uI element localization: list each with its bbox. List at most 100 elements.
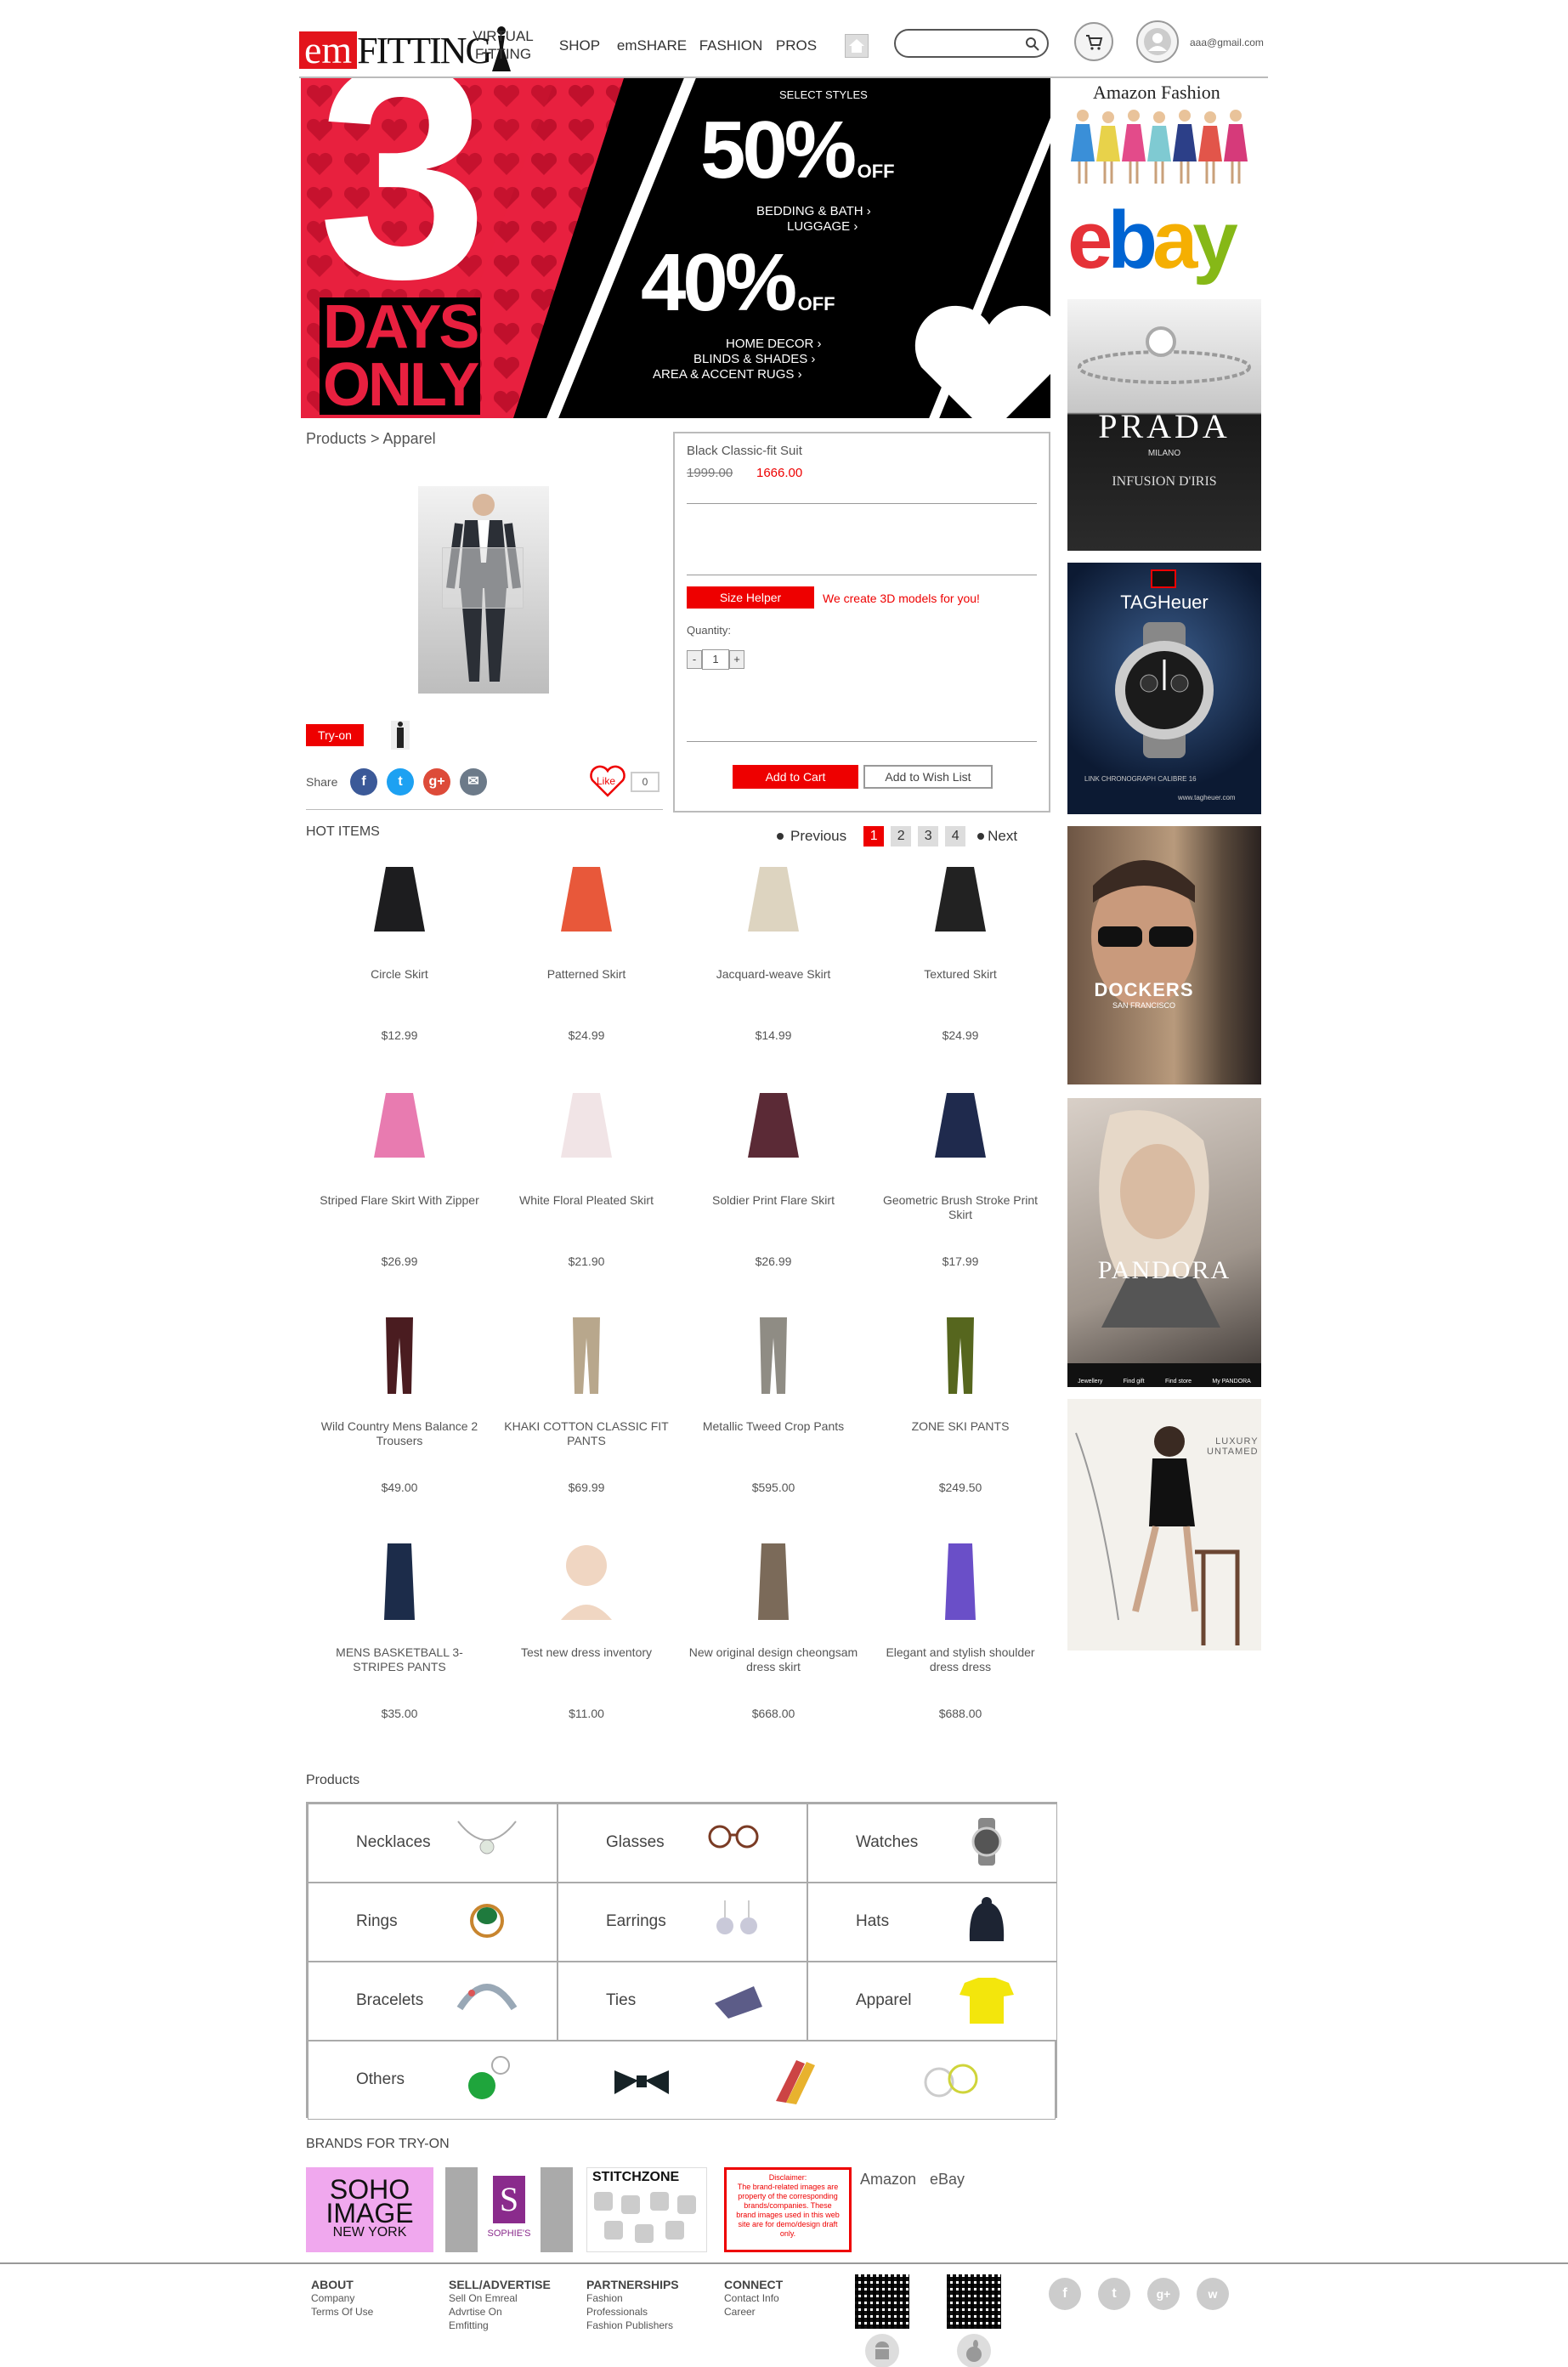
product-card[interactable]: Jacquard-weave Skirt $14.99	[680, 858, 867, 1084]
brand-stitchzone[interactable]: STITCHZONE	[586, 2167, 707, 2252]
product-thumbnail-image[interactable]	[365, 860, 433, 945]
product-thumbnail-image[interactable]	[552, 1086, 620, 1171]
quantity-plus-button[interactable]: +	[729, 650, 744, 669]
android-icon[interactable]	[865, 2334, 899, 2367]
product-card[interactable]: Textured Skirt $24.99	[867, 858, 1054, 1084]
product-thumbnail-image[interactable]	[739, 1312, 807, 1397]
size-helper-button[interactable]: Size Helper	[687, 586, 814, 609]
category-label[interactable]: Ties	[606, 1991, 636, 2010]
product-name[interactable]: Textured Skirt	[875, 967, 1045, 982]
ad-luxury-untamed[interactable]: LUXURY UNTAMED	[1067, 1399, 1261, 1651]
apple-icon[interactable]	[957, 2334, 991, 2367]
product-card[interactable]: Soldier Print Flare Skirt $26.99	[680, 1084, 867, 1311]
product-name[interactable]: Elegant and stylish shoulder dress dress	[875, 1645, 1045, 1674]
product-card[interactable]: Circle Skirt $12.99	[306, 858, 493, 1084]
quantity-minus-button[interactable]: -	[687, 650, 702, 669]
product-card[interactable]: MENS BASKETBALL 3-STRIPES PANTS $35.00	[306, 1537, 493, 1763]
home-icon[interactable]	[845, 34, 869, 58]
brand-sophies[interactable]: S SOPHIE'S	[445, 2167, 573, 2252]
like-button[interactable]: Like	[588, 763, 627, 799]
footer-wechat-icon[interactable]: w	[1197, 2278, 1229, 2310]
product-name[interactable]: KHAKI COTTON CLASSIC FIT PANTS	[501, 1419, 671, 1448]
footer-link[interactable]: Terms Of Use	[311, 2305, 447, 2319]
category-image[interactable]	[453, 2053, 521, 2108]
qr-code-ios[interactable]	[947, 2274, 1001, 2329]
footer-link[interactable]: Advrtise On	[449, 2305, 585, 2319]
search-icon[interactable]	[1025, 37, 1040, 52]
category-image[interactable]	[953, 1895, 1021, 1950]
product-thumbnail-image[interactable]	[365, 1312, 433, 1397]
twitter-icon[interactable]: t	[387, 768, 414, 796]
product-name[interactable]: Circle Skirt	[314, 967, 484, 982]
nav-fashion[interactable]: FASHION	[697, 37, 765, 54]
zoom-lens[interactable]	[442, 547, 524, 609]
category-image[interactable]	[453, 1974, 521, 2029]
product-card[interactable]: ZONE SKI PANTS $249.50	[867, 1311, 1054, 1537]
ad-pandora[interactable]: PANDORA Jewellery Find gift Find store M…	[1067, 1098, 1261, 1387]
previous-link[interactable]: Previous	[790, 828, 846, 845]
footer-link[interactable]: Emfitting	[449, 2319, 585, 2332]
category-label[interactable]: Earrings	[606, 1912, 666, 1931]
category-image[interactable]	[453, 1895, 521, 1950]
search-input[interactable]	[904, 31, 1023, 55]
page-3-link[interactable]: 3	[918, 826, 939, 847]
quantity-input[interactable]: 1	[702, 649, 729, 670]
brand-ebay-link[interactable]: eBay	[930, 2171, 965, 2189]
category-label[interactable]: Others	[356, 2070, 405, 2089]
product-card[interactable]: Patterned Skirt $24.99	[493, 858, 680, 1084]
product-card[interactable]: Elegant and stylish shoulder dress dress…	[867, 1537, 1054, 1763]
category-image[interactable]	[453, 1816, 521, 1871]
category-cell[interactable]: Necklaces	[308, 1804, 558, 1883]
product-image[interactable]	[418, 486, 549, 694]
product-thumbnail-image[interactable]	[926, 1538, 994, 1623]
footer-facebook-icon[interactable]: f	[1049, 2278, 1081, 2310]
category-image[interactable]	[703, 1974, 771, 2029]
tryon-button[interactable]: Try-on	[306, 724, 364, 746]
product-thumbnail-image[interactable]	[926, 1086, 994, 1171]
footer-link[interactable]: Contact Info	[724, 2291, 860, 2305]
category-cell[interactable]: Apparel	[807, 1962, 1057, 2041]
category-label[interactable]: Watches	[856, 1833, 918, 1852]
brand-amazon-link[interactable]: Amazon	[860, 2171, 916, 2189]
category-label[interactable]: Hats	[856, 1912, 889, 1931]
product-name[interactable]: Geometric Brush Stroke Print Skirt	[875, 1193, 1045, 1222]
category-cell[interactable]: Ties	[558, 1962, 807, 2041]
ad-tagheuer[interactable]: TAGHeuer LINK CHRONOGRAPH CALIBRE 16 www…	[1067, 563, 1261, 814]
category-label[interactable]: Bracelets	[356, 1991, 423, 2010]
add-to-wishlist-button[interactable]: Add to Wish List	[863, 765, 993, 789]
category-image[interactable]	[608, 2053, 676, 2108]
category-cell[interactable]: Rings	[308, 1883, 558, 1962]
product-card[interactable]: Geometric Brush Stroke Print Skirt $17.99	[867, 1084, 1054, 1311]
product-thumbnail-image[interactable]	[739, 860, 807, 945]
category-image[interactable]	[703, 1895, 771, 1950]
breadcrumb[interactable]: Products > Apparel	[306, 430, 436, 448]
category-label[interactable]: Necklaces	[356, 1833, 431, 1852]
category-label[interactable]: Apparel	[856, 1991, 912, 2010]
ad-dockers[interactable]: DOCKERS SAN FRANCISCO	[1067, 826, 1261, 1084]
product-card[interactable]: KHAKI COTTON CLASSIC FIT PANTS $69.99	[493, 1311, 680, 1537]
product-name[interactable]: Metallic Tweed Crop Pants	[688, 1419, 858, 1434]
promo-banner[interactable]: 3 DAYS ONLY SELECT STYLES 50% OFF BEDDIN…	[301, 78, 1050, 418]
product-thumbnail-image[interactable]	[739, 1086, 807, 1171]
product-thumbnail-image[interactable]	[552, 860, 620, 945]
footer-twitter-icon[interactable]: t	[1098, 2278, 1130, 2310]
ad-amazon-fashion[interactable]: Amazon Fashion	[1067, 82, 1261, 187]
product-name[interactable]: Wild Country Mens Balance 2 Trousers	[314, 1419, 484, 1448]
footer-link[interactable]: Career	[724, 2305, 860, 2319]
product-name[interactable]: Test new dress inventory	[501, 1645, 671, 1660]
email-icon[interactable]: ✉	[460, 768, 487, 796]
footer-googleplus-icon[interactable]: g+	[1147, 2278, 1180, 2310]
product-thumbnail-image[interactable]	[365, 1086, 433, 1171]
product-card[interactable]: Test new dress inventory $11.00	[493, 1537, 680, 1763]
footer-link[interactable]: Fashion	[586, 2291, 722, 2305]
footer-link[interactable]: Professionals	[586, 2305, 722, 2319]
nav-emshare[interactable]: emSHARE	[614, 37, 690, 54]
product-thumbnail-image[interactable]	[552, 1312, 620, 1397]
product-name[interactable]: Patterned Skirt	[501, 967, 671, 982]
footer-link[interactable]: Company	[311, 2291, 447, 2305]
next-link[interactable]: Next	[988, 828, 1017, 845]
user-email[interactable]: aaa@gmail.com	[1190, 37, 1264, 48]
category-image[interactable]	[953, 1974, 1021, 2029]
product-card[interactable]: Metallic Tweed Crop Pants $595.00	[680, 1311, 867, 1537]
category-cell[interactable]: Earrings	[558, 1883, 807, 1962]
